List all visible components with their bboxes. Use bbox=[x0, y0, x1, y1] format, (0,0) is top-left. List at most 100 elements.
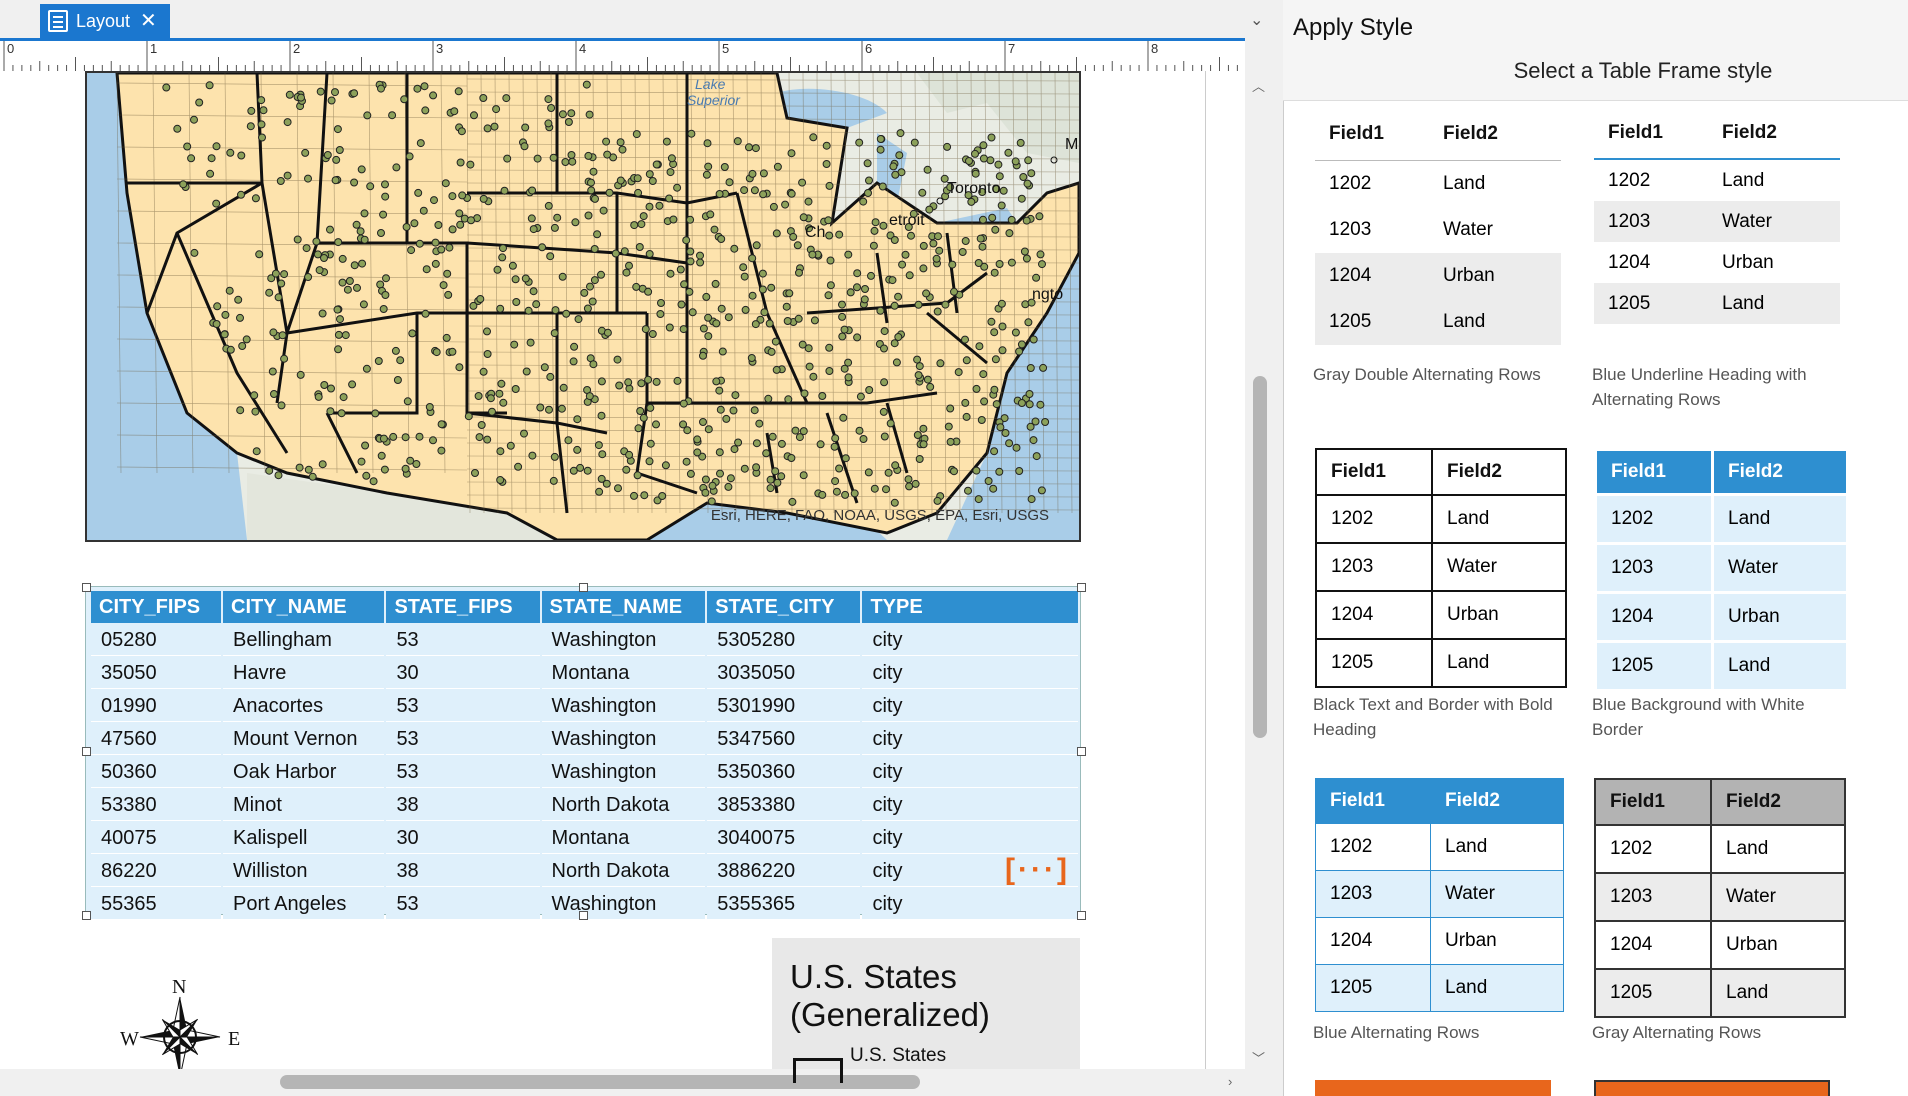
city-point bbox=[661, 461, 670, 470]
selection-handle[interactable] bbox=[1077, 911, 1086, 920]
style-preview-cell: 1202 bbox=[1315, 823, 1431, 871]
style-preview-cell: Water bbox=[1708, 201, 1840, 242]
selection-handle[interactable] bbox=[82, 911, 91, 920]
selection-handle[interactable] bbox=[82, 747, 91, 756]
table-cell: 40075 bbox=[91, 823, 222, 854]
city-point bbox=[207, 154, 216, 163]
city-point bbox=[350, 261, 359, 270]
north-arrow[interactable]: N W E bbox=[120, 975, 250, 1078]
city-point bbox=[595, 487, 604, 496]
city-point bbox=[442, 333, 451, 342]
city-point bbox=[652, 377, 661, 386]
city-point bbox=[450, 107, 459, 116]
city-point bbox=[410, 219, 419, 228]
ruler-number: 1 bbox=[150, 41, 157, 56]
city-point bbox=[718, 347, 727, 356]
city-point bbox=[396, 356, 405, 365]
ruler-number: 2 bbox=[293, 41, 300, 56]
city-point bbox=[724, 482, 733, 491]
city-point bbox=[791, 426, 800, 435]
city-point bbox=[826, 256, 835, 265]
city-point bbox=[533, 154, 542, 163]
style-preview-table: Field1 Field2 1202 Land 1203 Water 1204 Urban 12… bbox=[1315, 448, 1567, 688]
city-point bbox=[976, 234, 985, 243]
city-point bbox=[483, 124, 492, 133]
city-point bbox=[212, 199, 221, 208]
city-point bbox=[327, 96, 336, 105]
city-point bbox=[334, 238, 343, 247]
scroll-right-icon[interactable]: › bbox=[1228, 1074, 1232, 1089]
city-point bbox=[880, 344, 888, 353]
table-cell: 3040075 bbox=[707, 823, 861, 854]
selection-handle[interactable] bbox=[82, 583, 91, 592]
city-point bbox=[798, 178, 807, 187]
detroit-label: etroit bbox=[889, 212, 925, 229]
selection-handle[interactable] bbox=[1077, 747, 1086, 756]
city-point bbox=[878, 182, 887, 191]
scroll-down-icon[interactable]: ﹀ bbox=[1252, 1048, 1265, 1067]
city-point bbox=[567, 151, 576, 159]
table-cell: 86220 bbox=[91, 856, 222, 887]
table-row: 50360 Oak Harbor 53 Washington 5350360 city bbox=[91, 757, 1078, 788]
city-point bbox=[919, 241, 928, 250]
scroll-up-icon[interactable]: ︿ bbox=[1252, 76, 1265, 95]
vertical-scroll-thumb[interactable] bbox=[1253, 376, 1267, 738]
table-cell: 38 bbox=[386, 856, 540, 887]
table-cell: 30 bbox=[386, 658, 540, 689]
city-point bbox=[1011, 328, 1020, 337]
city-point bbox=[704, 332, 713, 341]
city-point bbox=[561, 158, 570, 166]
city-point bbox=[787, 149, 796, 158]
chevron-down-icon[interactable]: ⌄ bbox=[1250, 10, 1263, 30]
city-point bbox=[558, 110, 567, 119]
city-point bbox=[1032, 273, 1041, 282]
city-point bbox=[363, 111, 372, 120]
city-point bbox=[327, 384, 335, 393]
table-frame[interactable]: CITY_FIPS CITY_NAME STATE_FIPS STATE_NAME ST… bbox=[85, 586, 1081, 920]
style-preview-next-orange[interactable] bbox=[1315, 1080, 1551, 1096]
style-name-label: Gray Double Alternating Rows bbox=[1313, 365, 1541, 384]
style-preview-next-orange-bordered[interactable] bbox=[1594, 1080, 1830, 1096]
city-point bbox=[699, 351, 707, 360]
city-point bbox=[348, 380, 357, 389]
city-point bbox=[859, 435, 868, 443]
city-point bbox=[569, 466, 578, 475]
selection-handle[interactable] bbox=[579, 911, 588, 920]
city-point bbox=[280, 270, 289, 279]
tab-layout[interactable]: Layout ✕ bbox=[40, 4, 170, 38]
city-point bbox=[986, 156, 995, 165]
city-point bbox=[771, 467, 780, 476]
selection-handle[interactable] bbox=[1077, 583, 1086, 592]
close-icon[interactable]: ✕ bbox=[140, 11, 157, 31]
city-point bbox=[1041, 418, 1050, 426]
city-point bbox=[1017, 194, 1026, 203]
city-point bbox=[832, 487, 841, 496]
style-preview-cell: 1204 bbox=[1594, 920, 1712, 970]
table-cell: 53380 bbox=[91, 790, 222, 821]
city-point bbox=[557, 404, 566, 413]
city-point bbox=[374, 357, 383, 365]
style-preview-cell: Urban bbox=[1710, 920, 1846, 970]
style-preview-header: Field2 bbox=[1429, 108, 1561, 161]
city-point bbox=[401, 433, 410, 442]
map-frame[interactable]: Lake Superior Toronto etroit Ch M ngto Es… bbox=[85, 71, 1081, 542]
city-point bbox=[414, 188, 423, 197]
city-point bbox=[894, 292, 903, 301]
city-point bbox=[238, 342, 247, 350]
selection-handle[interactable] bbox=[579, 583, 588, 592]
city-point bbox=[251, 194, 260, 203]
city-point bbox=[497, 379, 506, 388]
city-point bbox=[712, 319, 721, 328]
city-point bbox=[904, 475, 913, 484]
city-point bbox=[766, 484, 775, 493]
city-point bbox=[195, 98, 204, 107]
city-point bbox=[529, 225, 538, 234]
city-point bbox=[673, 376, 682, 385]
city-point bbox=[859, 197, 868, 206]
city-point bbox=[996, 423, 1005, 432]
city-point bbox=[914, 300, 923, 309]
city-point bbox=[314, 392, 323, 401]
city-point bbox=[603, 150, 612, 159]
city-point bbox=[343, 285, 352, 294]
city-point bbox=[371, 409, 380, 418]
